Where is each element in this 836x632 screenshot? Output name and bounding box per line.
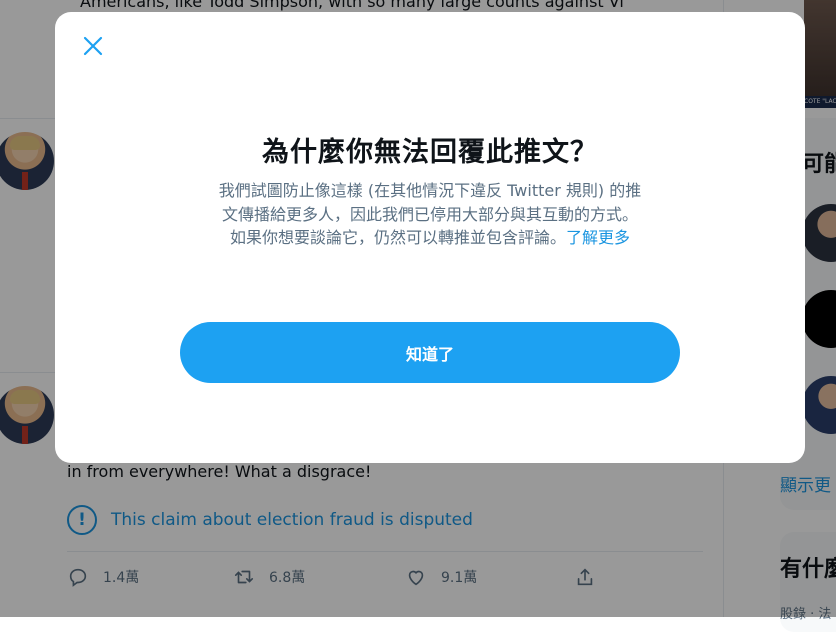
dialog-title: 為什麼你無法回覆此推文？ xyxy=(262,137,598,168)
dialog-body-line: 如果你想要談論它，仍然可以轉推並包含評論。 xyxy=(229,228,566,247)
close-button[interactable] xyxy=(75,28,111,64)
close-icon xyxy=(83,36,103,56)
learn-more-link[interactable]: 了解更多 xyxy=(566,228,630,247)
dialog-body-line: 文傳播給更多人，因此我們已停用大部分與其互動的方式。 xyxy=(221,204,638,224)
got-it-button[interactable]: 知道了 xyxy=(180,322,680,383)
dialog-body: 我們試圖防止像這樣 (在其他情況下違反 Twitter 規則) 的推 文傳播給更… xyxy=(180,179,680,250)
reply-restriction-dialog: 為什麼你無法回覆此推文？ 我們試圖防止像這樣 (在其他情況下違反 Twitter… xyxy=(55,12,805,463)
dialog-body-line: 我們試圖防止像這樣 (在其他情況下違反 Twitter 規則) 的推 xyxy=(218,181,642,200)
